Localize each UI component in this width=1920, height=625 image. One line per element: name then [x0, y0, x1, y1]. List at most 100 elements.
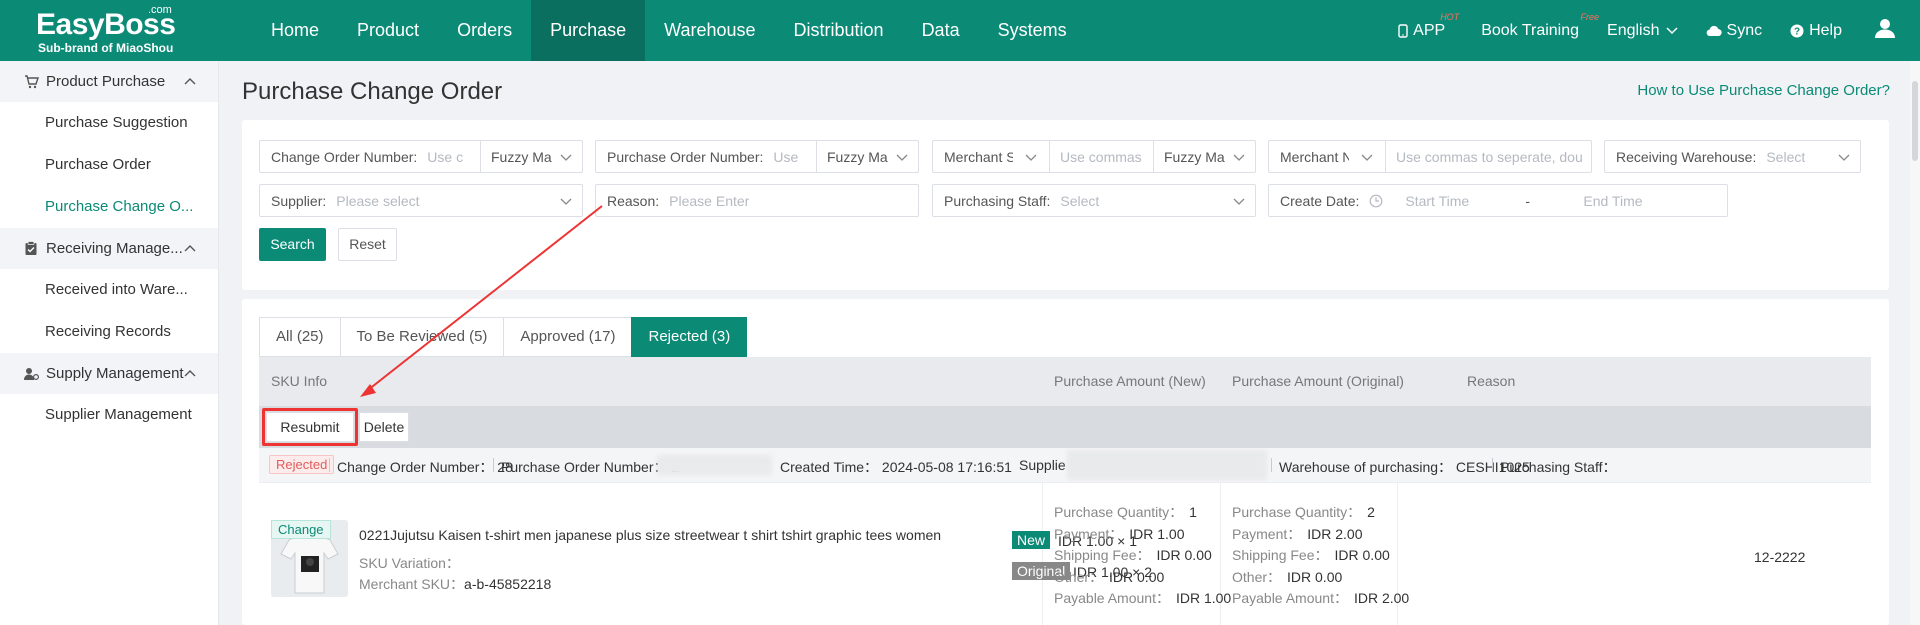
header-sku-info: SKU Info — [271, 373, 328, 389]
nav-warehouse[interactable]: Warehouse — [645, 0, 774, 61]
amount-label: Payable Amount： — [1232, 590, 1348, 606]
match-mode-value: Fuzzy Ma — [1164, 148, 1225, 165]
merchant-name-label: Merchant N — [1280, 148, 1349, 165]
reset-button[interactable]: Reset — [338, 228, 397, 261]
sidebar-item-purchase-order[interactable]: Purchase Order — [0, 144, 209, 186]
sidebar-item-purchase-suggestion[interactable]: Purchase Suggestion — [0, 102, 209, 144]
status-badge: Rejected — [269, 455, 335, 474]
amount-value: IDR 0.00 — [1334, 547, 1390, 563]
amount-label: Other： — [1232, 568, 1282, 585]
nav-data[interactable]: Data — [903, 0, 979, 61]
merchant-sku-field-select[interactable]: Merchant S — [933, 141, 1049, 172]
merchant-name-field-select[interactable]: Merchant N — [1269, 141, 1385, 172]
scrollbar-thumb[interactable] — [1912, 81, 1918, 161]
product-name[interactable]: 0221Jujutsu Kaisen t-shirt men japanese … — [359, 527, 941, 543]
merchant-sku-filter: Merchant S Use commas Fuzzy Ma — [932, 140, 1256, 173]
match-mode-value: Fuzzy Ma — [827, 148, 888, 165]
app-link[interactable]: APP HOT — [1398, 12, 1459, 40]
easyboss-logo[interactable]: EasyBoss .com Sub-brand of MiaoShou — [36, 4, 186, 56]
chevron-down-icon — [1665, 26, 1678, 34]
merchant-name-filter: Merchant N Use commas to seperate, dou — [1268, 140, 1592, 173]
change-order-placeholder: Use c — [427, 148, 464, 165]
purchasing-staff-select[interactable]: Purchasing Staff: Select — [932, 184, 1256, 217]
amount-value: 2 — [1367, 504, 1375, 520]
divider — [1271, 458, 1272, 472]
merchant-name-input[interactable]: Use commas to seperate, dou — [1386, 141, 1591, 172]
help-button[interactable]: ? Help — [1790, 22, 1842, 40]
sidebar-group-product-purchase[interactable]: Product Purchase — [0, 61, 218, 102]
sidebar-item-receiving-records[interactable]: Receiving Records — [0, 311, 209, 353]
chevron-down-icon — [1838, 154, 1850, 161]
nav-purchase[interactable]: Purchase — [531, 0, 646, 61]
amount-value: IDR 1.00 — [1175, 590, 1232, 606]
filter-panel: Change Order Number: Use c Fuzzy Ma Purc… — [242, 120, 1889, 290]
hot-badge: HOT — [1440, 11, 1460, 22]
sidebar-item-received-into-warehouse[interactable]: Received into Ware... — [0, 269, 209, 311]
supplier-label: Supplier: — [271, 192, 327, 209]
start-time-placeholder: Start Time — [1405, 192, 1470, 209]
table-row: Change 0221Jujutsu Kaisen t-shirt men ja… — [259, 482, 1871, 625]
new-price-tag: New — [1012, 531, 1051, 549]
purchase-order-filter: Purchase Order Number: Use Fuzzy Ma — [595, 140, 919, 173]
amount-label: Purchase Quantity： — [1054, 504, 1184, 520]
purchase-order-input[interactable]: Purchase Order Number: Use — [596, 141, 816, 172]
logo-subtitle: Sub-brand of MiaoShou — [38, 41, 174, 55]
tab-to-be-reviewed[interactable]: To Be Reviewed (5) — [339, 317, 505, 357]
nav-systems[interactable]: Systems — [979, 0, 1086, 61]
purchase-order-label: Purchase Order Number: — [607, 148, 764, 165]
merchant-name-placeholder: Use commas to seperate, dou — [1396, 148, 1583, 165]
supplier-icon — [24, 367, 40, 381]
amount-value: IDR 0.00 — [1109, 568, 1165, 585]
delete-button[interactable]: Delete — [359, 412, 409, 442]
chevron-down-icon — [896, 154, 908, 161]
reason-input[interactable]: Reason: Please Enter — [595, 184, 919, 217]
tab-all[interactable]: All (25) — [259, 317, 341, 357]
tab-approved[interactable]: Approved (17) — [503, 317, 633, 357]
chevron-up-icon — [184, 245, 196, 252]
page-scrollbar[interactable] — [1910, 61, 1920, 625]
sidebar-group-supply[interactable]: Supply Management — [0, 353, 218, 394]
orig-payment: Payment： IDR 2.00 — [1232, 524, 1409, 546]
merchant-sku-input[interactable]: Use commas — [1050, 141, 1153, 172]
logo-domain: .com — [148, 4, 172, 16]
divider — [1492, 458, 1493, 472]
sync-button[interactable]: Sync — [1706, 22, 1762, 40]
sidebar-item-purchase-change-order[interactable]: Purchase Change O... — [0, 186, 209, 228]
supplier-label: Supplie — [1019, 457, 1066, 473]
book-training-link[interactable]: Book Training Free — [1481, 12, 1599, 40]
change-order-input[interactable]: Change Order Number: Use c — [260, 141, 480, 172]
how-to-use-link[interactable]: How to Use Purchase Change Order? — [1637, 82, 1890, 99]
match-mode-value: Fuzzy Ma — [491, 148, 552, 165]
chevron-up-icon — [184, 370, 196, 377]
sidebar-group-receiving[interactable]: Receiving Manage... — [0, 228, 218, 269]
sidebar-item-supplier-management[interactable]: Supplier Management — [0, 394, 209, 436]
amount-value: IDR 2.00 — [1353, 590, 1410, 606]
create-date-range[interactable]: Create Date: Start Time - End Time — [1268, 184, 1728, 217]
amount-label: Payable Amount： — [1054, 590, 1170, 606]
nav-home[interactable]: Home — [252, 0, 338, 61]
header-purchase-amount-new: Purchase Amount (New) — [1054, 373, 1206, 389]
user-avatar[interactable] — [1874, 17, 1896, 44]
receiving-warehouse-placeholder: Select — [1766, 148, 1806, 165]
nav-product[interactable]: Product — [338, 0, 438, 61]
help-icon: ? — [1790, 24, 1804, 37]
receiving-warehouse-select[interactable]: Receiving Warehouse: Select — [1604, 140, 1861, 173]
sidebar-group-label: Product Purchase — [46, 73, 166, 90]
user-icon — [1875, 19, 1895, 38]
nav-orders[interactable]: Orders — [438, 0, 531, 61]
order-info-row: Rejected Change Order Number： 28 Purchas… — [259, 448, 1871, 482]
app-label: APP — [1413, 21, 1446, 39]
merchant-sku-label: Merchant S — [944, 148, 1013, 165]
phone-icon — [1398, 23, 1408, 38]
supplier-select[interactable]: Supplier: Please select — [259, 184, 583, 217]
tab-rejected[interactable]: Rejected (3) — [631, 317, 748, 357]
sidebar-group-label: Supply Management — [46, 365, 184, 382]
sku-variation: SKU Variation： — [359, 555, 460, 571]
language-select[interactable]: English — [1607, 22, 1678, 40]
change-order-filter: Change Order Number: Use c Fuzzy Ma — [259, 140, 583, 173]
date-separator: - — [1525, 192, 1531, 209]
search-button[interactable]: Search — [259, 228, 326, 261]
purchasing-staff: Purchasing Staff： — [1500, 459, 1617, 475]
status-tabs: All (25) To Be Reviewed (5) Approved (17… — [259, 317, 748, 357]
nav-distribution[interactable]: Distribution — [775, 0, 903, 61]
